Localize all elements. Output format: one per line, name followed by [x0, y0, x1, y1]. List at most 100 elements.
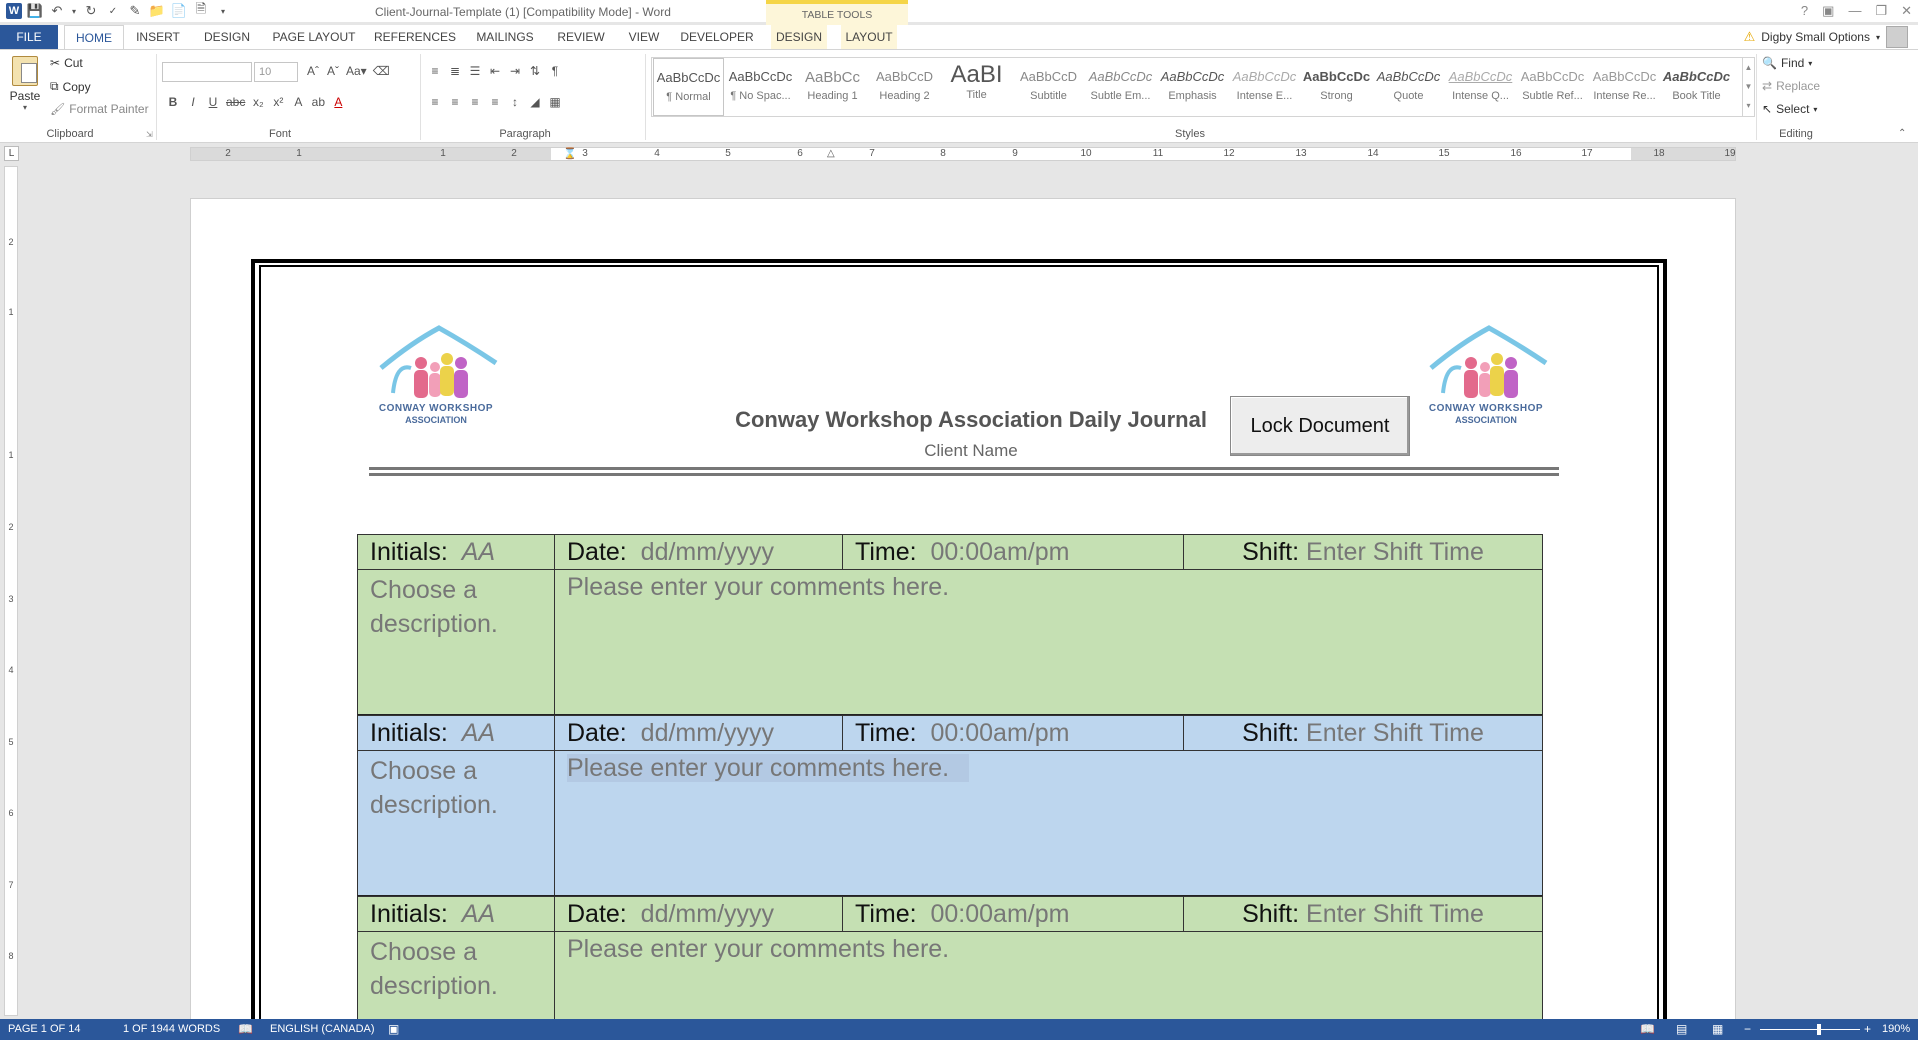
style-intense-quote[interactable]: AaBbCcDc Intense Q...	[1445, 58, 1516, 116]
shading-icon[interactable]: ◢	[528, 95, 542, 109]
zoom-slider[interactable]	[1760, 1029, 1860, 1030]
date-field[interactable]: dd/mm/yyyy	[641, 719, 774, 747]
tab-design[interactable]: DESIGN	[200, 25, 254, 49]
shrink-font-icon[interactable]: Aˇ	[326, 64, 340, 78]
sort-icon[interactable]: ⇅	[528, 64, 542, 78]
highlight-icon[interactable]: ab	[311, 95, 325, 109]
shift-cell[interactable]: Shift: Enter Shift Time	[1184, 897, 1542, 931]
spelling-icon[interactable]: ✓	[104, 2, 122, 20]
style-intense-emphasis[interactable]: AaBbCcDc Intense E...	[1229, 58, 1300, 116]
replace-button[interactable]: ⇄ Replace	[1762, 79, 1820, 93]
time-cell[interactable]: Time: 00:00am/pm	[843, 716, 1184, 750]
print-preview-icon[interactable]: 🗎	[192, 1, 210, 20]
style-subtle-emphasis[interactable]: AaBbCcDc Subtle Em...	[1085, 58, 1156, 116]
font-name-box[interactable]	[162, 62, 252, 82]
shift-field[interactable]: Enter Shift Time	[1306, 719, 1484, 747]
initials-cell[interactable]: Initials: AA	[358, 716, 555, 750]
indent-marker-icon[interactable]: ⌛	[563, 147, 577, 160]
proofing-icon[interactable]: 📖	[238, 1022, 253, 1036]
horizontal-ruler[interactable]: 2 1 1 2 3 4 5 6 7 8 9 10 11 12 13 14 15 …	[190, 147, 1736, 161]
style-subtle-reference[interactable]: AaBbCcDc Subtle Ref...	[1517, 58, 1588, 116]
date-cell[interactable]: Date: dd/mm/yyyy	[555, 897, 843, 931]
tab-home[interactable]: HOME	[64, 25, 124, 49]
time-cell[interactable]: Time: 00:00am/pm	[843, 535, 1184, 569]
align-right-icon[interactable]: ≡	[468, 95, 482, 109]
tab-table-layout[interactable]: LAYOUT	[841, 25, 897, 49]
description-dropdown[interactable]: Choose a description.	[358, 570, 555, 714]
style-heading-1[interactable]: AaBbCc Heading 1	[797, 58, 868, 116]
time-field[interactable]: 00:00am/pm	[930, 719, 1069, 747]
style-intense-reference[interactable]: AaBbCcDc Intense Re...	[1589, 58, 1660, 116]
description-dropdown[interactable]: Choose a description.	[358, 932, 555, 1027]
chevron-down-icon[interactable]: ▾	[8, 103, 42, 112]
print-layout-icon[interactable]: ▤	[1676, 1022, 1687, 1036]
user-name[interactable]: Digby Small Options	[1761, 30, 1870, 44]
tab-view[interactable]: VIEW	[625, 25, 663, 49]
zoom-in-icon[interactable]: +	[1864, 1022, 1871, 1036]
scroll-down-icon[interactable]: ▼	[1743, 77, 1754, 96]
style-heading-2[interactable]: AaBbCcD Heading 2	[869, 58, 940, 116]
tab-file[interactable]: FILE	[0, 25, 58, 49]
more-styles-icon[interactable]: ▾	[1743, 96, 1754, 115]
zoom-level[interactable]: 190%	[1882, 1023, 1910, 1035]
chevron-down-icon[interactable]: ▾	[1876, 33, 1880, 42]
underline-icon[interactable]: U	[206, 95, 220, 109]
tab-selector[interactable]: L	[4, 146, 19, 161]
shift-cell[interactable]: Shift: Enter Shift Time	[1184, 716, 1542, 750]
description-dropdown[interactable]: Choose a description.	[358, 751, 555, 895]
italic-icon[interactable]: I	[186, 95, 200, 109]
shift-field[interactable]: Enter Shift Time	[1306, 900, 1484, 928]
strikethrough-icon[interactable]: abc	[226, 95, 245, 109]
initials-field[interactable]: AA	[462, 538, 495, 566]
style-no-spacing[interactable]: AaBbCcDc ¶ No Spac...	[725, 58, 796, 116]
tab-insert[interactable]: INSERT	[132, 25, 184, 49]
align-left-icon[interactable]: ≡	[428, 95, 442, 109]
comments-field[interactable]: Please enter your comments here.	[555, 932, 1542, 1027]
word-count[interactable]: 1 OF 1944 WORDS	[123, 1023, 220, 1035]
comments-field[interactable]: Please enter your comments here.	[555, 751, 1542, 895]
style-book-title[interactable]: AaBbCcDc Book Title	[1661, 58, 1732, 116]
change-case-icon[interactable]: Aa▾	[346, 64, 367, 78]
lock-document-button[interactable]: Lock Document	[1230, 396, 1410, 456]
paste-button[interactable]: Paste ▾	[8, 56, 42, 112]
bold-icon[interactable]: B	[166, 95, 180, 109]
font-color-icon[interactable]: A	[331, 95, 345, 109]
justify-icon[interactable]: ≡	[488, 95, 502, 109]
user-account[interactable]: ⚠ Digby Small Options ▾	[1744, 26, 1908, 48]
scroll-up-icon[interactable]: ▲	[1743, 58, 1754, 77]
style-quote[interactable]: AaBbCcDc Quote	[1373, 58, 1444, 116]
style-subtitle[interactable]: AaBbCcD Subtitle	[1013, 58, 1084, 116]
ribbon-display-icon[interactable]: ▣	[1822, 3, 1834, 19]
tab-mailings[interactable]: MAILINGS	[472, 25, 538, 49]
close-icon[interactable]: ✕	[1901, 3, 1912, 19]
initials-field[interactable]: AA	[462, 719, 495, 747]
web-layout-icon[interactable]: ▦	[1712, 1022, 1723, 1036]
subscript-icon[interactable]: x₂	[251, 95, 265, 109]
cut-button[interactable]: ✂ Cut	[50, 56, 83, 70]
style-normal[interactable]: AaBbCcDc ¶ Normal	[653, 58, 724, 116]
shift-cell[interactable]: Shift: Enter Shift Time	[1184, 535, 1542, 569]
date-field[interactable]: dd/mm/yyyy	[641, 900, 774, 928]
tab-page-layout[interactable]: PAGE LAYOUT	[270, 25, 358, 49]
styles-scroll[interactable]: ▲ ▼ ▾	[1743, 57, 1755, 117]
open-folder-icon[interactable]: 📁	[148, 2, 166, 20]
initials-cell[interactable]: Initials: AA	[358, 897, 555, 931]
tab-stop-icon[interactable]: △	[827, 148, 835, 159]
find-button[interactable]: 🔍 Find ▾	[1762, 56, 1812, 70]
date-cell[interactable]: Date: dd/mm/yyyy	[555, 535, 843, 569]
shift-field[interactable]: Enter Shift Time	[1306, 538, 1484, 566]
numbering-icon[interactable]: ≣	[448, 64, 462, 78]
redo-icon[interactable]: ↻	[82, 2, 100, 20]
time-field[interactable]: 00:00am/pm	[930, 900, 1069, 928]
read-mode-icon[interactable]: 📖	[1640, 1022, 1655, 1036]
tab-developer[interactable]: DEVELOPER	[679, 25, 755, 49]
select-button[interactable]: ↖ Select ▾	[1762, 102, 1817, 116]
help-icon[interactable]: ?	[1801, 3, 1808, 19]
align-center-icon[interactable]: ≡	[448, 95, 462, 109]
comments-field[interactable]: Please enter your comments here.	[555, 570, 1542, 714]
initials-cell[interactable]: Initials: AA	[358, 535, 555, 569]
avatar[interactable]	[1886, 26, 1908, 48]
language[interactable]: ENGLISH (CANADA)	[270, 1023, 375, 1035]
text-effects-icon[interactable]: A	[291, 95, 305, 109]
zoom-slider-thumb[interactable]	[1817, 1024, 1821, 1035]
